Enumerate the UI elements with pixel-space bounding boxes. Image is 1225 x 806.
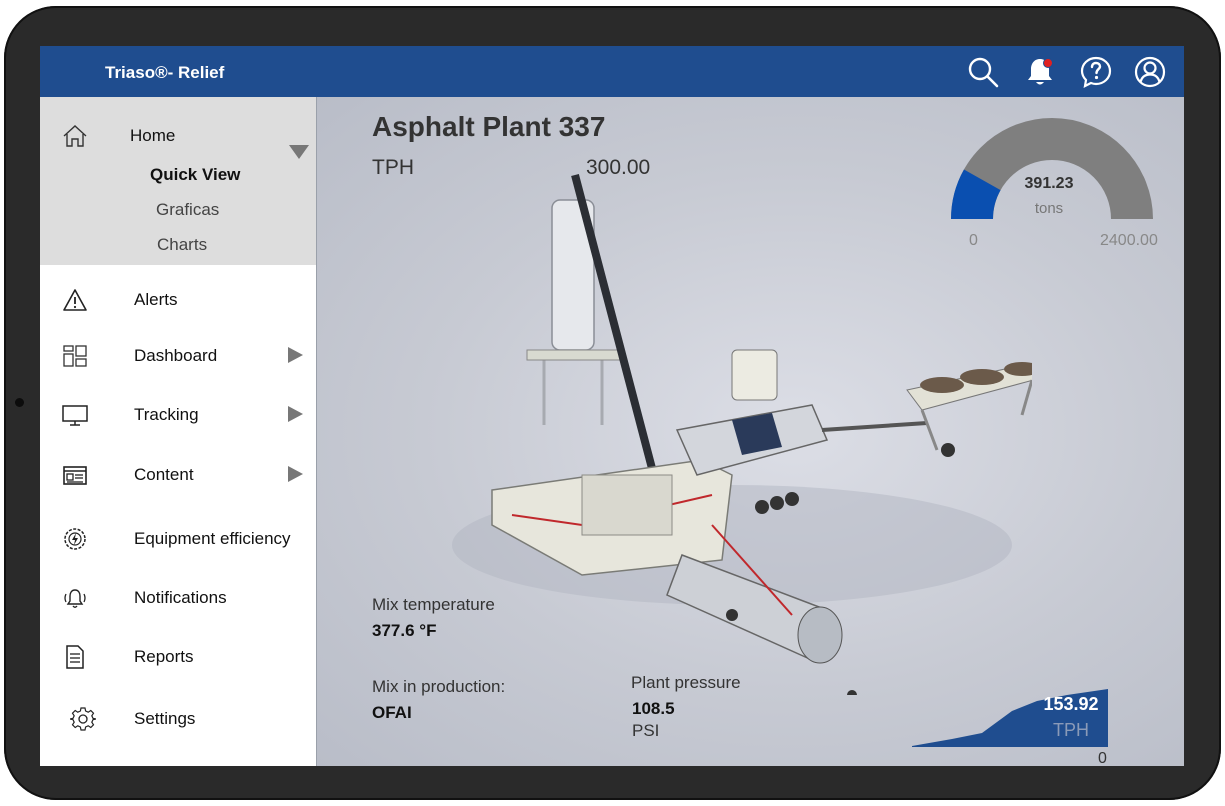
user-icon[interactable] xyxy=(1134,56,1166,88)
sidebar-item-equipment-efficiency[interactable]: Equipment efficiency xyxy=(40,518,316,558)
sparkline-zero-label: 0 xyxy=(1098,750,1107,766)
sidebar-item-reports[interactable]: Reports xyxy=(40,636,316,676)
sidebar-item-label: Content xyxy=(134,465,194,484)
mix-temperature-value: 377.6 °F xyxy=(372,621,437,640)
chevron-down-icon[interactable] xyxy=(289,145,309,159)
sidebar-item-dashboard[interactable]: Dashboard xyxy=(40,335,316,375)
sparkline-unit: TPH xyxy=(1053,720,1089,740)
search-icon[interactable] xyxy=(967,56,999,88)
plant-pressure-unit: PSI xyxy=(632,721,660,740)
mix-production-value: OFAI xyxy=(372,703,412,722)
home-section: Home Quick View Graficas Charts xyxy=(40,97,316,265)
submenu-item-graficas[interactable]: Graficas xyxy=(156,200,219,220)
sparkline-value: 153.92 xyxy=(1043,694,1099,714)
page-title: Asphalt Plant 337 xyxy=(372,111,606,142)
chevron-right-icon[interactable] xyxy=(288,347,303,363)
ringing-bell-icon xyxy=(64,589,86,608)
sidebar-item-label: Reports xyxy=(134,647,194,666)
dashboard-icon xyxy=(63,345,87,367)
mix-temperature-label: Mix temperature xyxy=(372,595,495,614)
sidebar-item-label: Alerts xyxy=(134,290,178,309)
efficiency-gauge-icon xyxy=(64,528,86,550)
sidebar-item-label: Equipment efficiency xyxy=(134,529,291,548)
sidebar-item-content[interactable]: Content xyxy=(40,454,316,494)
sidebar-item-label: Tracking xyxy=(134,405,199,424)
home-icon xyxy=(63,125,87,147)
mix-production-label: Mix in production: xyxy=(372,677,506,696)
asphalt-plant-illustration xyxy=(452,173,1032,695)
document-icon xyxy=(66,645,84,669)
gauge-min-label: 0 xyxy=(969,232,978,249)
chevron-right-icon[interactable] xyxy=(288,406,303,422)
top-bar: Triaso®- Relief xyxy=(40,46,1184,97)
sidebar-item-home[interactable]: Home xyxy=(40,115,316,159)
gauge-max-label: 2400.00 xyxy=(1100,232,1158,249)
sidebar-item-label: Settings xyxy=(134,709,196,728)
sidebar: Home Quick View Graficas Charts Alerts D… xyxy=(40,97,317,766)
gear-icon xyxy=(70,707,96,731)
chevron-right-icon[interactable] xyxy=(288,466,303,482)
gauge-value: 391.23 xyxy=(1024,175,1074,192)
sidebar-item-label: Home xyxy=(130,126,176,145)
plant-pressure-value: 108.5 xyxy=(632,699,675,718)
content-card-icon xyxy=(63,466,87,485)
sidebar-item-alerts[interactable]: Alerts xyxy=(40,279,316,319)
app-title: Triaso®- Relief xyxy=(105,63,225,82)
bell-icon[interactable] xyxy=(1024,56,1056,88)
submenu-item-charts[interactable]: Charts xyxy=(157,235,207,255)
sidebar-item-notifications[interactable]: Notifications xyxy=(40,577,316,617)
plant-pressure-label: Plant pressure xyxy=(631,673,741,692)
notification-dot xyxy=(1043,58,1053,68)
submenu-item-quick-view[interactable]: Quick View xyxy=(150,165,240,185)
main-panel: Asphalt Plant 337 TPH 300.00 391.23 tons… xyxy=(317,97,1184,766)
app-screen: Triaso®- Relief Home Quick View Graficas… xyxy=(40,46,1184,766)
gauge-unit: tons xyxy=(1034,200,1064,217)
sidebar-item-label: Dashboard xyxy=(134,346,218,365)
tablet-camera xyxy=(15,398,24,407)
warning-icon xyxy=(63,289,87,311)
help-icon[interactable] xyxy=(1080,56,1112,88)
sidebar-item-tracking[interactable]: Tracking xyxy=(40,394,316,434)
monitor-icon xyxy=(62,405,88,426)
sidebar-item-settings[interactable]: Settings xyxy=(40,698,316,738)
tph-label: TPH xyxy=(372,156,414,179)
sidebar-item-label: Notifications xyxy=(134,588,227,607)
